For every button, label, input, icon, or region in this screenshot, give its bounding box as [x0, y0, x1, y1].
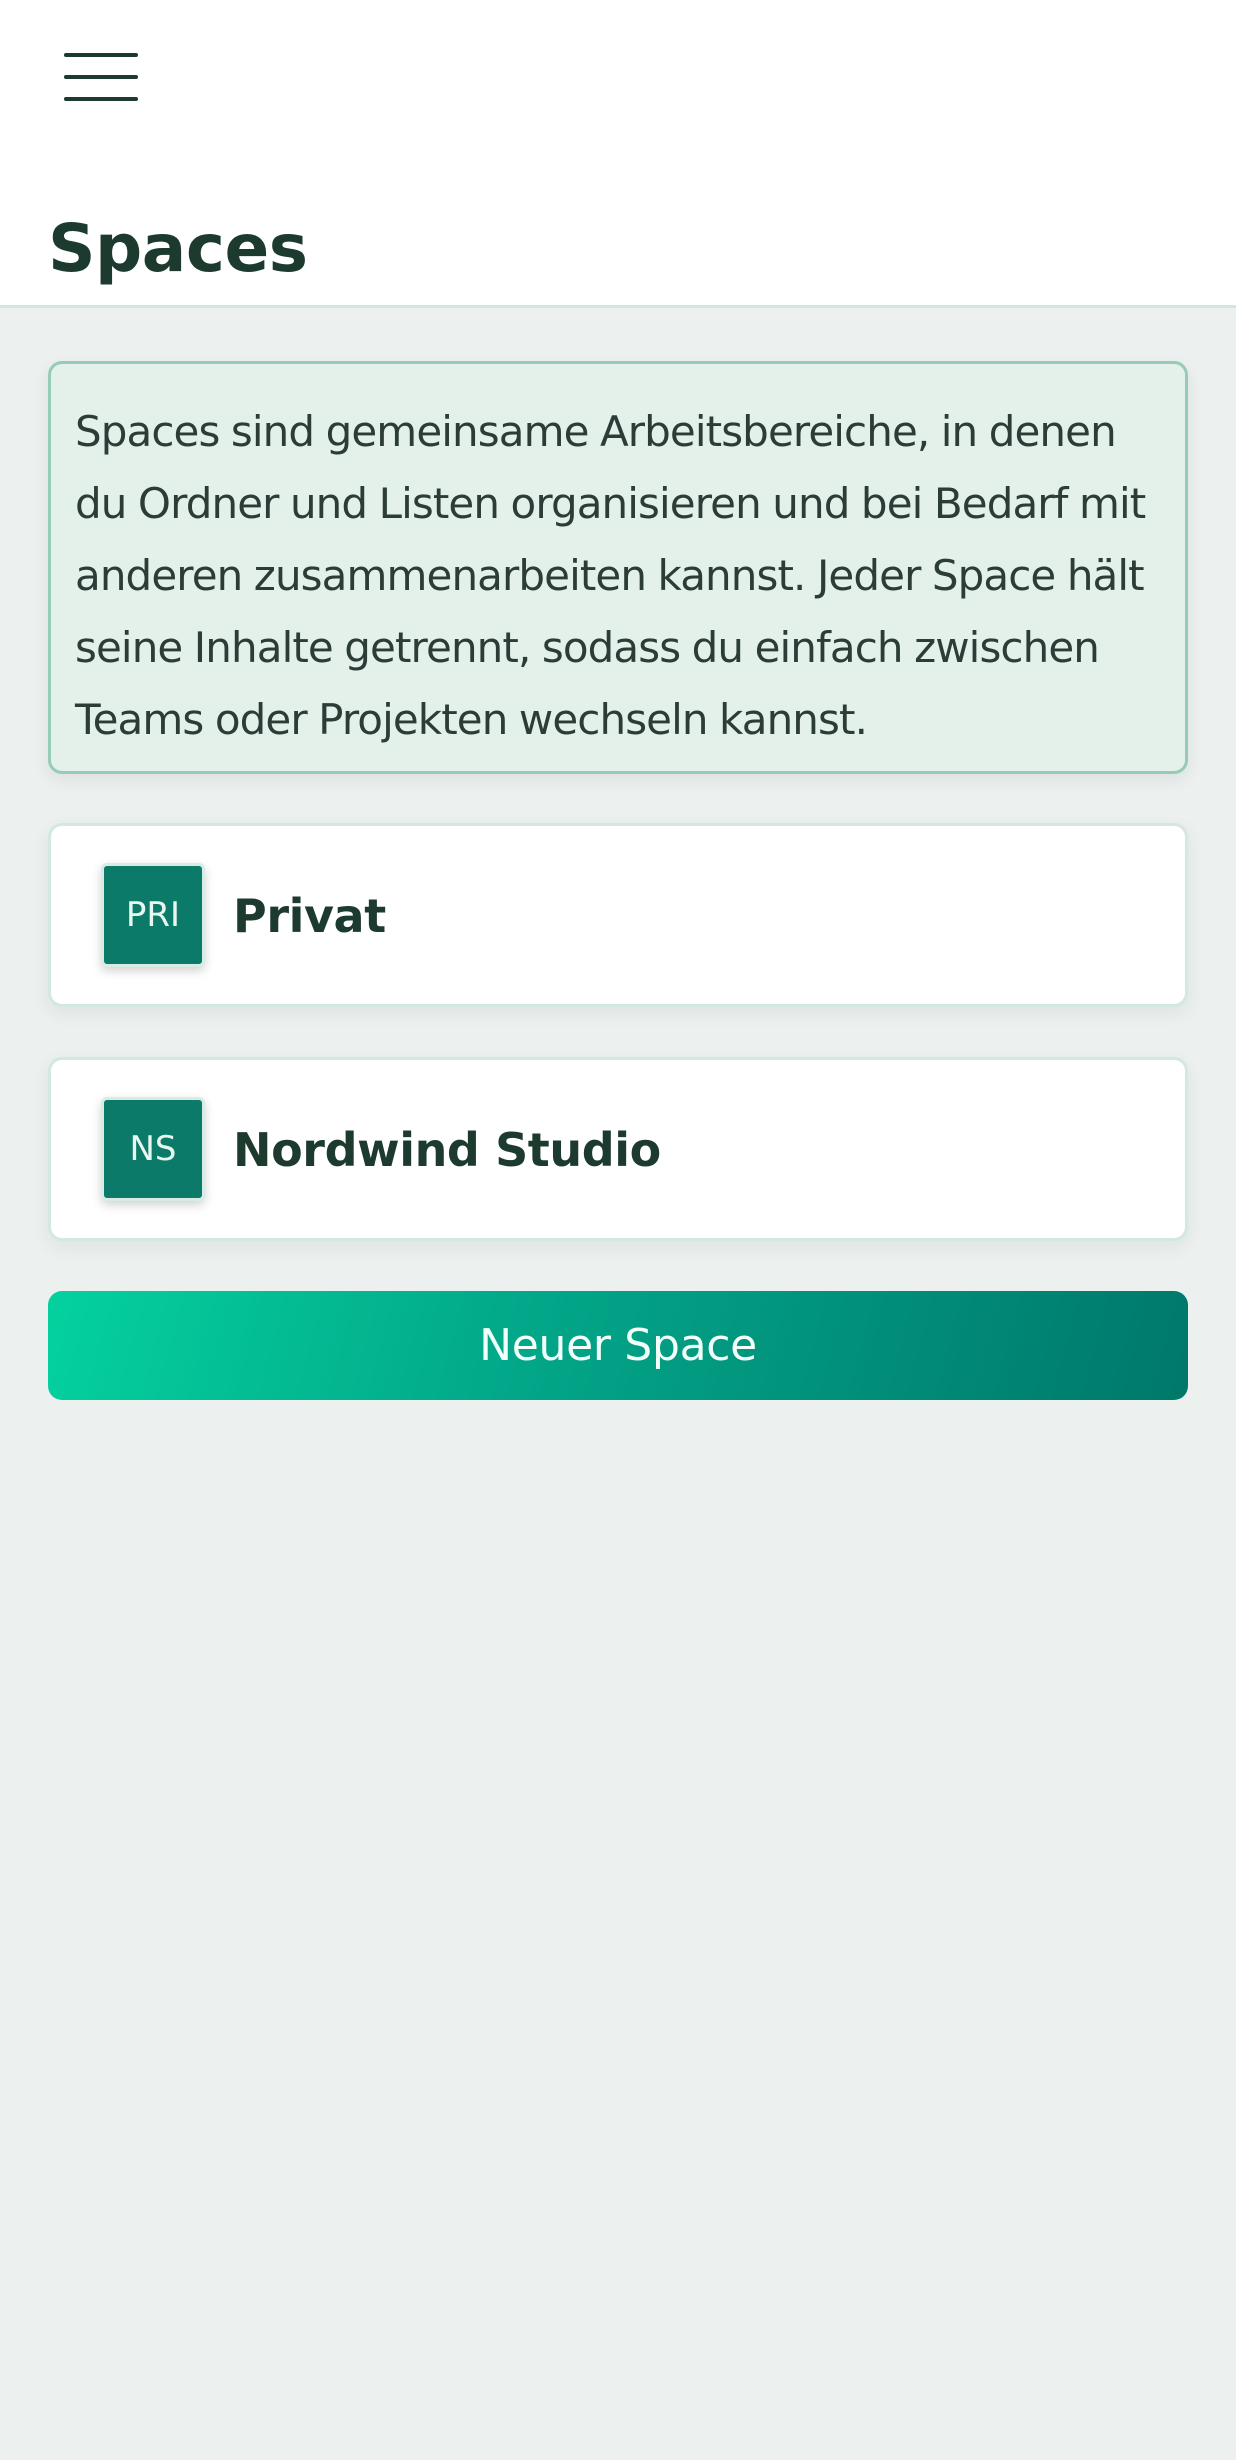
space-avatar: NS	[101, 1097, 205, 1201]
app-header: Spaces	[0, 0, 1236, 308]
page-title: Spaces	[48, 210, 308, 288]
space-name: Privat	[233, 889, 386, 943]
space-name: Nordwind Studio	[233, 1123, 661, 1177]
space-avatar: PRI	[101, 863, 205, 967]
space-card-privat[interactable]: PRI Privat	[48, 823, 1188, 1007]
info-box: Spaces sind gemeinsame Arbeitsbereiche, …	[48, 361, 1188, 774]
info-text: Spaces sind gemeinsame Arbeitsbereiche, …	[75, 407, 1146, 744]
menu-button[interactable]	[48, 40, 158, 112]
new-space-button[interactable]: Neuer Space	[48, 1291, 1188, 1400]
space-card-nordwind-studio[interactable]: NS Nordwind Studio	[48, 1057, 1188, 1241]
